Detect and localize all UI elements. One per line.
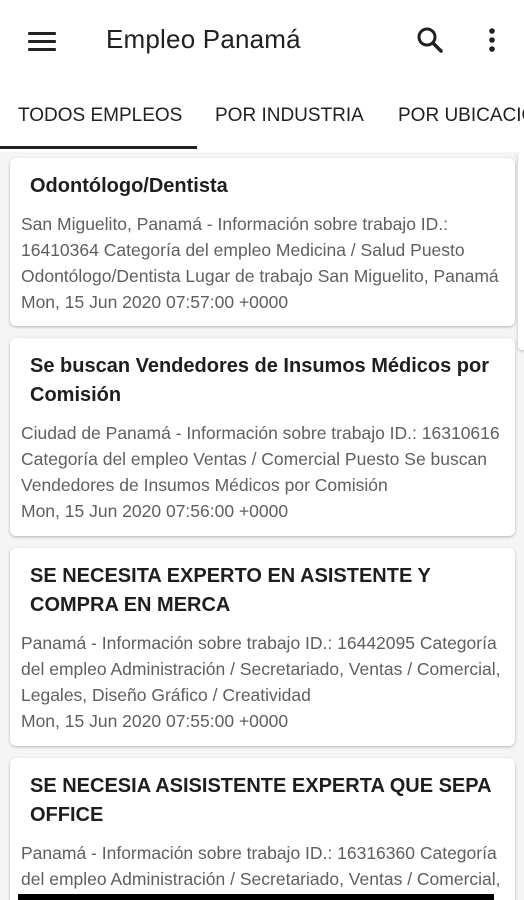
tab-indicator [0, 146, 197, 149]
job-title: Se buscan Vendedores de Insumos Médicos … [30, 355, 490, 406]
bottom-edge-bar [18, 894, 494, 900]
job-card[interactable]: SE NECESIA ASISISTENTE EXPERTA QUE SEPA … [10, 758, 515, 900]
tab-por-industria[interactable]: POR INDUSTRIA [215, 82, 364, 152]
menu-icon[interactable] [22, 26, 62, 56]
tab-todos-empleos[interactable]: TODOS EMPLEOS [18, 82, 182, 152]
more-vert-icon[interactable] [474, 22, 510, 58]
tab-por-ubicacion[interactable]: POR UBICACIÓN [398, 82, 524, 152]
next-page-card-peek [518, 152, 524, 350]
job-description: Panamá - Información sobre trabajo ID.: … [21, 633, 501, 705]
app-bar: Empleo Panamá [0, 0, 524, 82]
tab-bar: TODOS EMPLEOS POR INDUSTRIA POR UBICACIÓ… [0, 82, 524, 152]
job-list[interactable]: Odontólogo/Dentista San Miguelito, Panam… [0, 152, 524, 900]
job-description: Ciudad de Panamá - Información sobre tra… [21, 423, 500, 495]
job-card[interactable]: Odontólogo/Dentista San Miguelito, Panam… [10, 158, 515, 326]
job-date: Mon, 15 Jun 2020 07:56:00 +0000 [21, 501, 289, 521]
job-date: Mon, 15 Jun 2020 07:55:00 +0000 [21, 711, 289, 731]
job-description: San Miguelito, Panamá - Información sobr… [21, 214, 499, 286]
job-description: Panamá - Información sobre trabajo ID.: … [21, 843, 501, 900]
app-title: Empleo Panamá [106, 24, 301, 54]
search-icon[interactable] [412, 22, 448, 58]
job-date: Mon, 15 Jun 2020 07:57:00 +0000 [21, 292, 289, 312]
job-title: SE NECESIA ASISISTENTE EXPERTA QUE SEPA … [30, 775, 491, 826]
job-title: Odontólogo/Dentista [30, 175, 228, 197]
job-card[interactable]: Se buscan Vendedores de Insumos Médicos … [10, 338, 515, 536]
job-title: SE NECESITA EXPERTO EN ASISTENTE Y COMPR… [30, 565, 431, 616]
job-card[interactable]: SE NECESITA EXPERTO EN ASISTENTE Y COMPR… [10, 548, 515, 746]
